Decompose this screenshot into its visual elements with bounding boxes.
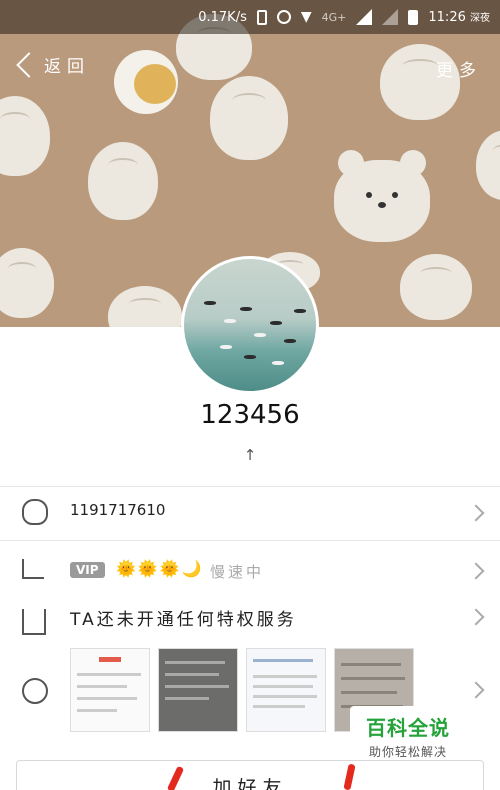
divider <box>0 540 500 541</box>
signal-icon-secondary <box>382 9 399 25</box>
privilege-text: TA还未开通任何特权服务 <box>70 610 297 630</box>
cover-bun-decoration <box>476 130 500 200</box>
qq-number: 1191717610 <box>70 501 166 519</box>
clock: 11:26 深夜 <box>428 10 490 25</box>
cover-bun-decoration <box>0 96 50 176</box>
network-speed: 0.17K/s <box>198 9 247 25</box>
cover-bun-decoration <box>0 248 54 318</box>
chevron-left-icon <box>16 51 42 78</box>
seagull-decoration <box>224 319 236 323</box>
vibrate-icon <box>256 9 267 25</box>
cover-bun-decoration <box>108 286 182 327</box>
watermark-subtitle: 助你轻松解决 <box>368 745 447 759</box>
chevron-right-icon <box>467 504 485 522</box>
seagull-decoration <box>254 333 266 337</box>
cover-yolk-decoration <box>134 64 176 104</box>
privilege-row[interactable]: TA还未开通任何特权服务 <box>0 595 500 639</box>
seagull-decoration <box>272 361 284 365</box>
penguin-icon <box>22 499 48 525</box>
qzone-icon <box>22 678 48 704</box>
vip-status: 慢速中 <box>210 563 265 581</box>
vip-level-icons: 🌞🌞🌞🌙 <box>116 559 204 578</box>
vip-row[interactable]: VIP 🌞🌞🌞🌙 慢速中 <box>0 545 500 595</box>
seagull-decoration <box>220 345 232 349</box>
more-button[interactable]: 更多 <box>436 56 482 81</box>
seagull-decoration <box>284 339 296 343</box>
level-mark: ↑ <box>243 446 257 464</box>
cover-bun-decoration <box>210 76 288 160</box>
username: 123456 <box>200 400 300 430</box>
vip-badge: VIP <box>70 562 105 578</box>
qq-number-row[interactable]: 1191717610 <box>0 487 500 539</box>
signal-icon <box>356 9 373 25</box>
seagull-decoration <box>244 355 256 359</box>
cover-bear-decoration <box>334 150 430 242</box>
watermark-title: 百科全说 <box>366 716 450 740</box>
back-label: 返回 <box>44 57 90 77</box>
network-type: 4G+ <box>321 10 347 24</box>
watermark: 百科全说 助你轻松解决 <box>350 706 466 764</box>
seagull-decoration <box>294 309 306 313</box>
seagull-decoration <box>204 301 216 305</box>
cover-bun-decoration <box>400 254 472 320</box>
photo-thumbnail[interactable] <box>246 648 326 732</box>
avatar[interactable] <box>181 256 319 394</box>
chevron-right-icon <box>467 562 485 580</box>
status-bar: 0.17K/s ▼ 4G+ 11:26 深夜 <box>0 0 500 34</box>
seagull-decoration <box>270 321 282 325</box>
battery-icon <box>408 9 419 25</box>
cover-bun-decoration <box>88 142 158 220</box>
photo-thumbnail[interactable] <box>70 648 150 732</box>
crown-icon <box>22 609 46 635</box>
alarm-icon <box>276 10 291 24</box>
photo-thumbnail[interactable] <box>158 648 238 732</box>
seagull-decoration <box>240 307 252 311</box>
thumbnail-highlight <box>99 657 121 662</box>
add-friend-button[interactable]: 加好友 <box>16 760 484 790</box>
level-up-icon <box>22 559 44 579</box>
wifi-icon: ▼ <box>300 9 312 25</box>
chevron-right-icon <box>467 608 485 626</box>
chevron-right-icon <box>467 681 485 699</box>
back-button[interactable]: 返回 <box>14 51 90 78</box>
